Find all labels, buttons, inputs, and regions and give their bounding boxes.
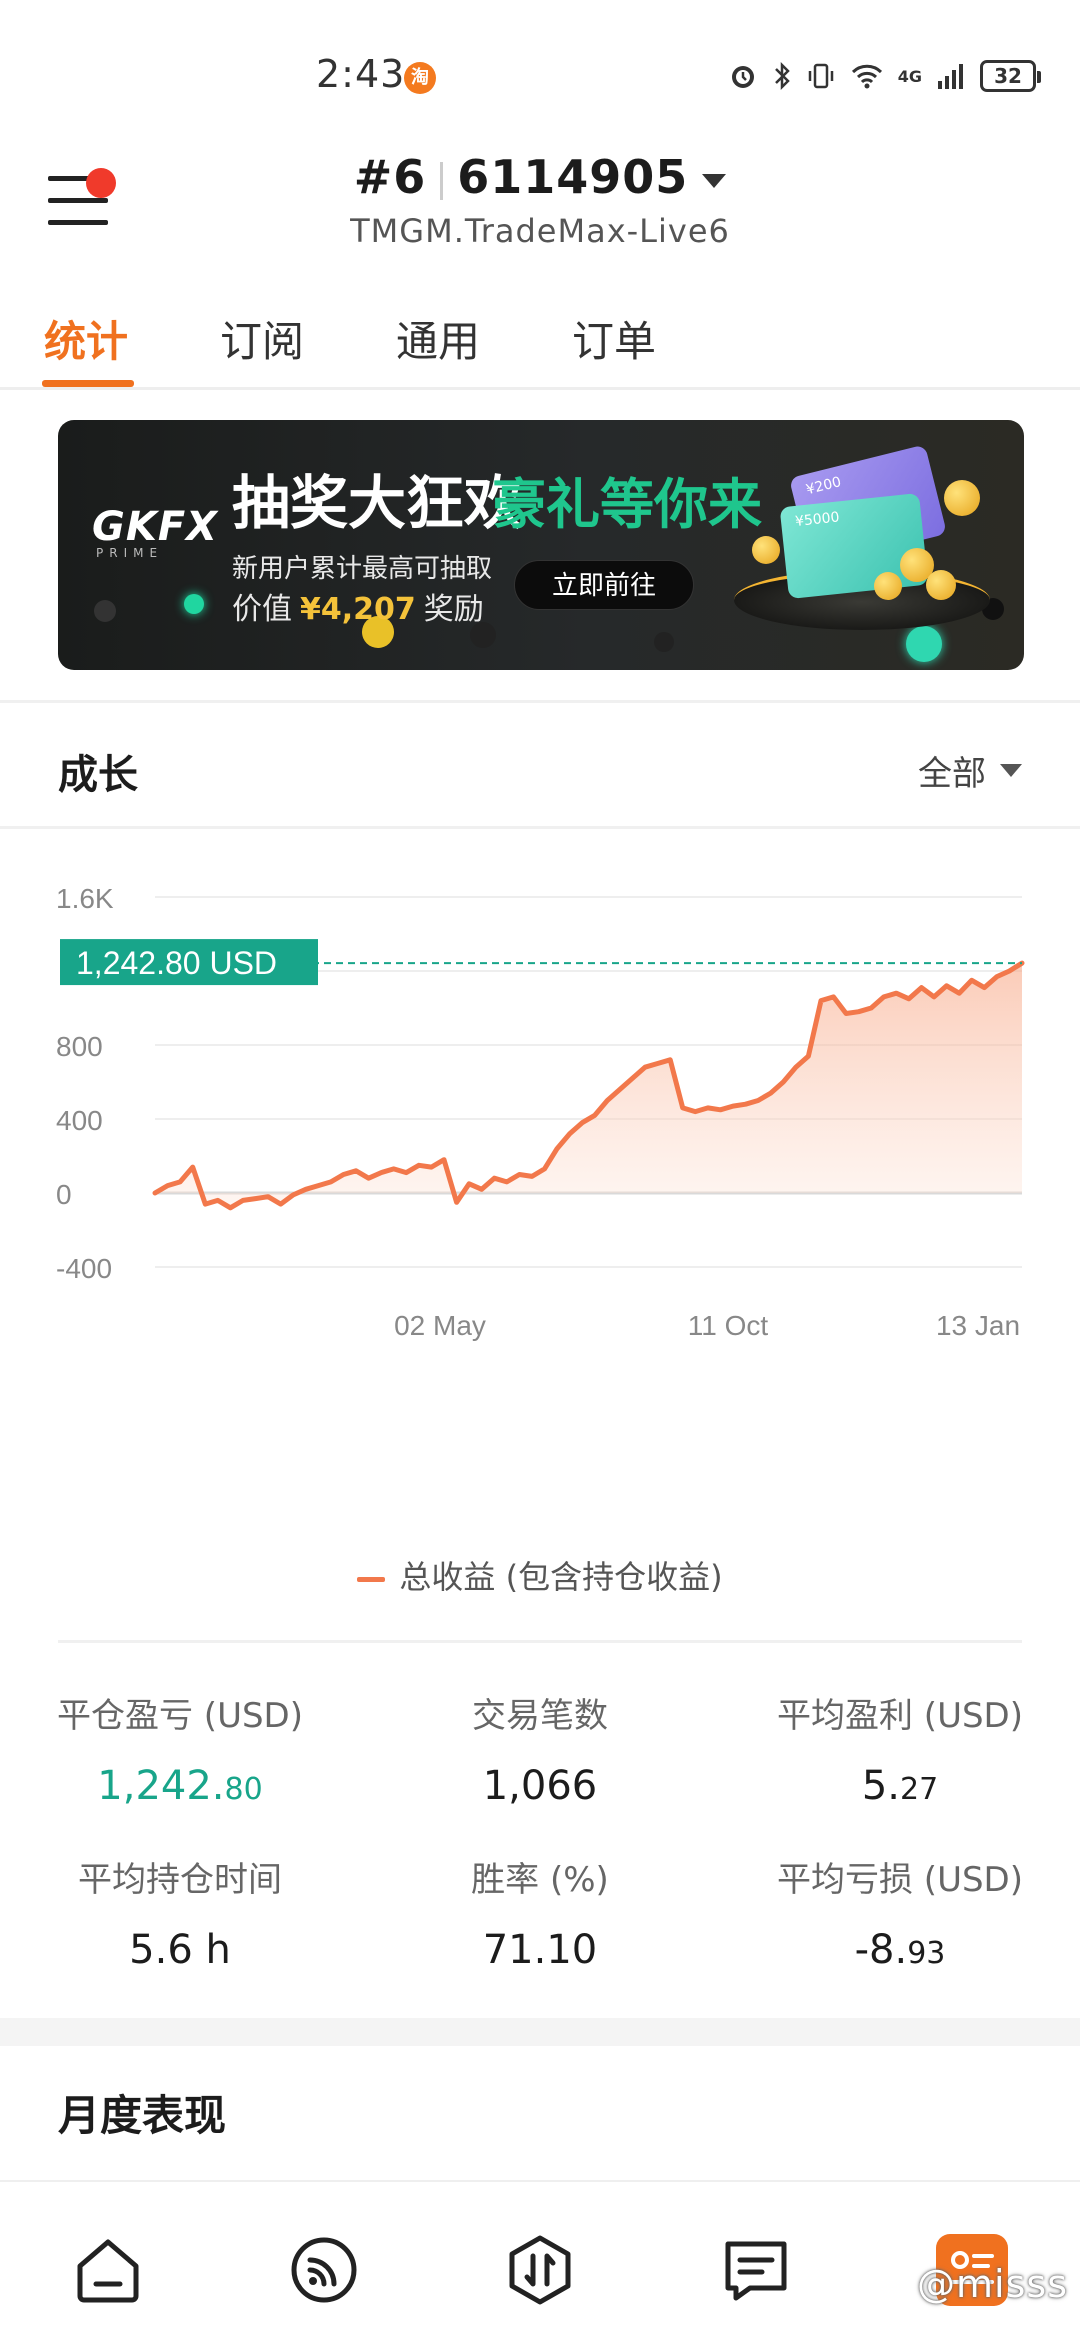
status-icons: 4G 32 [728,60,1041,92]
stat-value: 1,242.80 [97,1763,263,1809]
tab-general[interactable]: 通用 [396,308,480,369]
stat-item: 平均盈利 (USD) 5.27 [720,1688,1080,1809]
growth-title: 成长 [58,752,138,798]
stat-label: 平均盈利 (USD) [777,1696,1023,1736]
legend-label: 总收益 (包含持仓收益) [399,1558,723,1596]
caret-down-icon [702,173,727,188]
tab-orders[interactable]: 订单 [572,308,656,369]
battery-icon: 32 [980,60,1041,92]
promo-banner[interactable]: GKFX PRIME 抽奖大狂欢 豪礼等你来 新用户累计最高可抽取 价值 ¥4,2… [58,420,1024,670]
section-separator [0,2018,1080,2046]
x-tick-label: 11 Oct [688,1310,769,1341]
status-bar: 2:43 淘 4G 32 [0,0,1080,150]
x-tick-label: 02 May [394,1310,486,1341]
vibrate-icon [808,63,833,89]
x-tick-label: 13 Jan [936,1310,1020,1341]
legend-swatch [357,1576,386,1582]
nav-signals[interactable] [284,2230,364,2310]
server-name: TMGM.TradeMax-Live6 [350,212,730,250]
active-tab-indicator [42,380,134,387]
message-icon [725,2241,787,2301]
stat-value: 5.6 h [129,1927,231,1973]
wifi-icon [851,64,882,89]
network-type: 4G [897,66,922,86]
gift-card-illustration-2: ¥5000 [779,492,929,600]
chart-legend: 总收益 (包含持仓收益) [0,1552,1080,1598]
signal-icon [291,2237,357,2303]
stat-value: 71.10 [482,1927,598,1973]
svg-text:1,242.80 USD: 1,242.80 USD [76,945,277,981]
stat-label: 平均持仓时间 [78,1860,282,1900]
y-tick-label: 800 [56,1031,103,1062]
nav-messages[interactable] [716,2230,796,2310]
y-tick-label: -400 [56,1253,112,1284]
banner-cta-button[interactable]: 立即前往 [514,560,694,610]
coin-icon [944,480,980,516]
stat-value: 5.27 [861,1763,939,1809]
growth-area [155,963,1022,1208]
stat-label: 平均亏损 (USD) [777,1860,1023,1900]
stat-value: -8.93 [854,1927,946,1973]
watermark: @misss [917,2262,1068,2306]
alarm-icon [731,66,754,88]
stat-item: 平仓盈亏 (USD) 1,242.80 [0,1688,360,1809]
brand-sub: PRIME [96,546,164,560]
taobao-notification-icon: 淘 [404,62,436,94]
stat-label: 平仓盈亏 (USD) [57,1696,303,1736]
home-icon [77,2239,139,2303]
current-value-badge: 1,242.80 USD [60,939,318,986]
tab-bar: 统计 订阅 通用 订单 [0,300,1080,390]
tab-subscribe[interactable]: 订阅 [220,308,304,369]
brand-logo: GKFX [92,504,218,550]
stat-item: 平均亏损 (USD) -8.93 [720,1852,1080,1973]
y-tick-label: 400 [56,1105,103,1136]
trade-icon [509,2235,571,2305]
bluetooth-icon [774,61,790,91]
monthly-performance-title: 月度表现 [58,2091,227,2140]
stat-label: 胜率 (%) [471,1860,609,1900]
bottom-navigation [0,2180,1080,2340]
nav-home[interactable] [68,2230,148,2310]
signal-strength-icon [938,64,963,89]
banner-line1: 新用户累计最高可抽取 [232,554,493,584]
account-number: 6114905 [457,150,689,204]
growth-chart[interactable]: 1.6K 800 400 0 -400 02 May 11 Oct 13 Jan 1,242… [0,830,1080,1530]
stat-label: 交易笔数 [472,1696,608,1736]
y-tick-label: 1.6K [56,883,114,914]
banner-amount: ¥4,207 [300,592,416,627]
nav-trade[interactable] [500,2230,580,2310]
growth-filter-dropdown[interactable]: 全部 [918,746,1022,795]
stat-value: 1,066 [482,1763,598,1809]
account-index: #6 [353,150,427,204]
banner-line2: 价值 ¥4,207 奖励 [232,592,484,627]
banner-title-green: 豪礼等你来 [492,473,762,536]
y-tick-label: 0 [56,1179,72,1210]
tab-statistics[interactable]: 统计 [44,308,128,369]
x-axis-ticks: 02 May 11 Oct 13 Jan [394,1310,1020,1341]
stat-item: 交易笔数 1,066 [360,1688,720,1809]
account-selector[interactable]: #6 6114905 TMGM.TradeMax-Live6 [0,150,1080,250]
caret-down-icon [1000,764,1022,777]
status-time: 2:43 [316,52,406,96]
stat-item: 平均持仓时间 5.6 h [0,1852,360,1973]
banner-title-white: 抽奖大狂欢 [232,469,523,537]
stat-item: 胜率 (%) 71.10 [360,1852,720,1973]
